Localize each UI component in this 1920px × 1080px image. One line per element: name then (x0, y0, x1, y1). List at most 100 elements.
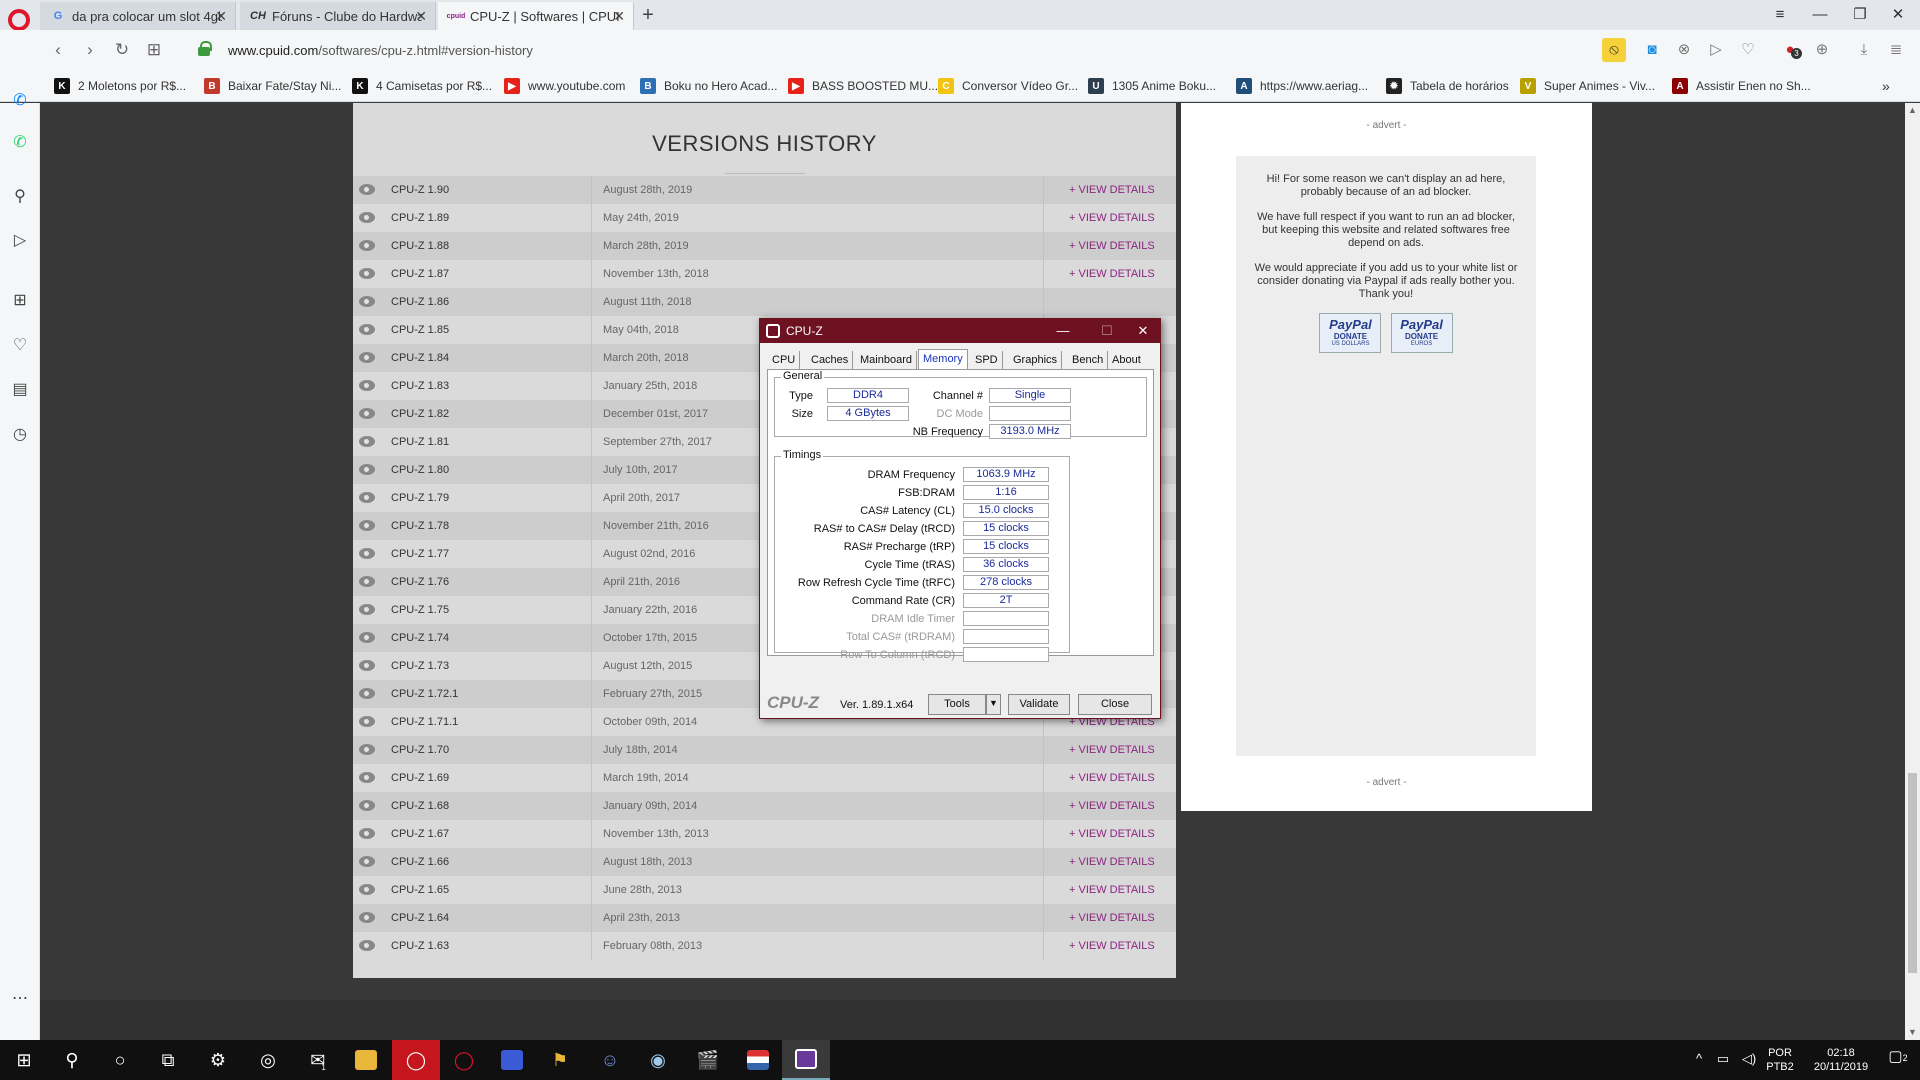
bookmark-item[interactable]: ✹ Tabela de horários (1386, 76, 1509, 96)
bookmark-item[interactable]: U 1305 Anime Boku... (1088, 76, 1216, 96)
cpuz-taskbar-icon[interactable] (782, 1040, 830, 1080)
cpuz-close-button[interactable]: ✕ (1128, 321, 1158, 341)
downloads-icon[interactable]: ⤓ (1852, 38, 1876, 62)
close-tab-icon[interactable]: ✕ (415, 8, 427, 25)
bookmark-item[interactable]: ▶ www.youtube.com (504, 76, 625, 96)
back-icon[interactable]: ‹ (46, 38, 70, 62)
url-field[interactable]: www.cpuid.com/softwares/cpu-z.html#versi… (228, 43, 533, 58)
forward-icon[interactable]: › (78, 38, 102, 62)
tab-menu-icon[interactable]: ≡ (1758, 0, 1802, 30)
bookmark-item[interactable]: Ahttps://www.aeriag... (1236, 76, 1368, 96)
view-details-link[interactable]: + VIEW DETAILS (1069, 940, 1155, 952)
messenger-icon[interactable]: ✆ (8, 89, 32, 113)
tab-spd[interactable]: SPD (971, 351, 1003, 369)
snapshot-icon[interactable]: ◙ (1640, 38, 1664, 62)
language-indicator[interactable]: POR PTB2 (1762, 1040, 1798, 1080)
opera-taskbar-icon[interactable]: ◯ (392, 1040, 440, 1080)
opera-menu-icon[interactable] (8, 9, 30, 31)
bookmark-item[interactable]: B Baixar Fate/Stay Ni... (204, 76, 341, 96)
tab-mainboard[interactable]: Mainboard (856, 351, 917, 369)
page-scrollbar[interactable]: ▲ ▼ (1905, 103, 1920, 1040)
view-details-link[interactable]: + VIEW DETAILS (1069, 184, 1155, 196)
notifications-icon[interactable]: ▢2 (1880, 1040, 1916, 1080)
bookmark-item[interactable]: A Assistir Enen no Sh... (1672, 76, 1811, 96)
paypal-donate-eur-button[interactable]: PayPal DONATE EUROS (1390, 313, 1453, 353)
settings-gear-icon[interactable]: ⚙ (194, 1040, 242, 1080)
tab-graphics[interactable]: Graphics (1009, 351, 1063, 369)
news-icon[interactable]: ▤ (8, 378, 32, 402)
monitor-app-icon[interactable] (488, 1040, 536, 1080)
scroll-down-icon[interactable]: ▼ (1908, 1027, 1917, 1037)
more-bookmarks-icon[interactable]: » (1882, 76, 1890, 96)
app-circle-icon[interactable]: ◎ (244, 1040, 292, 1080)
adblock-icon[interactable]: ⦸ (1602, 38, 1626, 62)
tab-2[interactable]: CH Fóruns - Clube do Hardware ✕ (240, 2, 436, 30)
tab-1[interactable]: G da pra colocar um slot 4gb ✕ (40, 2, 236, 30)
close-tab-icon[interactable]: ✕ (613, 8, 625, 25)
tab-3-active[interactable]: cpuid CPU-Z | Softwares | CPUID ✕ (438, 2, 634, 30)
new-tab-button[interactable]: + (636, 2, 660, 28)
view-details-link[interactable]: + VIEW DETAILS (1069, 744, 1155, 756)
tab-about[interactable]: About (1108, 351, 1145, 369)
file-explorer-icon[interactable] (342, 1040, 390, 1080)
heart-icon[interactable]: ♡ (8, 334, 32, 358)
scroll-up-icon[interactable]: ▲ (1908, 105, 1917, 115)
search-icon[interactable]: ⚲ (48, 1040, 96, 1080)
tab-cpu[interactable]: CPU (768, 351, 801, 369)
minimize-button[interactable]: — (1798, 0, 1842, 30)
download-circle-icon[interactable]: ⊕ (1810, 38, 1834, 62)
flag-app-icon[interactable] (734, 1040, 782, 1080)
view-details-link[interactable]: + VIEW DETAILS (1069, 884, 1155, 896)
lock-icon[interactable] (198, 41, 212, 56)
close-tab-icon[interactable]: ✕ (215, 8, 227, 25)
tab-memory[interactable]: Memory (918, 349, 968, 369)
bookmark-item[interactable]: C Conversor Vídeo Gr... (938, 76, 1078, 96)
discord-icon[interactable]: ☺ (586, 1040, 634, 1080)
send-icon[interactable]: ▷ (1704, 38, 1728, 62)
reload-icon[interactable]: ↻ (110, 38, 134, 62)
bookmark-item[interactable]: K 2 Moletons por R$... (54, 76, 186, 96)
bookmark-item[interactable]: V Super Animes - Viv... (1520, 76, 1655, 96)
volume-icon[interactable]: ◁) (1738, 1040, 1760, 1080)
validate-button[interactable]: Validate (1008, 694, 1070, 715)
bookmark-item[interactable]: K 4 Camisetas por R$... (352, 76, 492, 96)
legends-app-icon[interactable]: ⚑ (536, 1040, 584, 1080)
clock[interactable]: 02:18 20/11/2019 (1806, 1040, 1876, 1080)
easy-setup-icon[interactable]: ≣ (1884, 38, 1908, 62)
view-details-link[interactable]: + VIEW DETAILS (1069, 800, 1155, 812)
tools-dropdown-icon[interactable]: ▼ (986, 694, 1001, 715)
steam-icon[interactable]: ◉ (634, 1040, 682, 1080)
tray-overflow-icon[interactable]: ^ (1690, 1040, 1708, 1080)
send-icon[interactable]: ▷ (8, 229, 32, 253)
bookmark-item[interactable]: ▶ BASS BOOSTED MU... (788, 76, 938, 96)
speed-dial-icon[interactable]: ⊞ (142, 38, 166, 62)
opera-gx-icon[interactable]: ◯ (440, 1040, 488, 1080)
scrollbar-thumb[interactable] (1908, 773, 1917, 973)
paypal-donate-usd-button[interactable]: PayPal DONATE US DOLLARS (1319, 313, 1382, 353)
bookmark-item[interactable]: B Boku no Hero Acad... (640, 76, 777, 96)
tab-bench[interactable]: Bench (1068, 351, 1109, 369)
cpuz-minimize-button[interactable]: — (1048, 321, 1078, 341)
view-details-link[interactable]: + VIEW DETAILS (1069, 240, 1155, 252)
close-button[interactable]: Close (1078, 694, 1152, 715)
view-details-link[interactable]: + VIEW DETAILS (1069, 772, 1155, 784)
video-editor-icon[interactable]: 🎬 (684, 1040, 732, 1080)
search-icon[interactable]: ⚲ (8, 185, 32, 209)
cpuz-titlebar[interactable]: CPU-Z — ☐ ✕ (760, 319, 1160, 343)
extension-icon[interactable]: ⊗ (1672, 38, 1696, 62)
windows-start-icon[interactable]: ⊞ (0, 1040, 48, 1080)
view-details-link[interactable]: + VIEW DETAILS (1069, 268, 1155, 280)
task-view-icon[interactable]: ⧉ (144, 1040, 192, 1080)
whatsapp-icon[interactable]: ✆ (8, 131, 32, 155)
speed-dial-icon[interactable]: ⊞ (8, 289, 32, 313)
heart-icon[interactable]: ♡ (1736, 38, 1760, 62)
history-icon[interactable]: ◷ (8, 423, 32, 447)
tools-button[interactable]: Tools (928, 694, 986, 715)
view-details-link[interactable]: + VIEW DETAILS (1069, 912, 1155, 924)
vpn-icon[interactable]: ● 3 (1778, 38, 1802, 62)
close-window-button[interactable]: ✕ (1876, 0, 1920, 30)
view-details-link[interactable]: + VIEW DETAILS (1069, 828, 1155, 840)
cortana-icon[interactable]: ○ (96, 1040, 144, 1080)
more-icon[interactable]: ⋯ (8, 987, 32, 1011)
mail-icon[interactable]: ✉ 1 (294, 1040, 342, 1080)
